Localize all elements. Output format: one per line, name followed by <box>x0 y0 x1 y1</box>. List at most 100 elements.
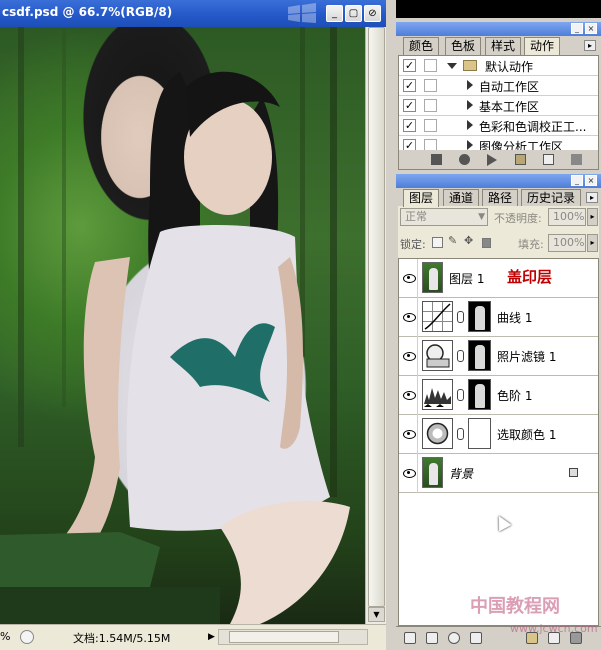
column-divider <box>417 259 418 298</box>
tab-color[interactable]: 颜色 <box>403 37 440 55</box>
layer-row[interactable]: 选取颜色 1 <box>399 415 598 454</box>
photo-filter-adjustment-icon <box>422 340 453 371</box>
action-dialog-toggle[interactable] <box>424 99 437 112</box>
layer-row[interactable]: 图层 1 盖印层 <box>399 259 598 298</box>
add-mask-icon[interactable] <box>448 632 460 644</box>
vertical-scrollbar[interactable]: ▼ <box>365 27 386 624</box>
curves-adjustment-icon <box>422 301 453 332</box>
visibility-eye-icon[interactable] <box>402 427 416 440</box>
watermark-url: www.jcwcn.com <box>510 622 598 635</box>
folder-icon <box>463 60 477 71</box>
collapse-triangle-icon[interactable] <box>467 140 473 150</box>
lock-all-icon[interactable] <box>482 238 491 248</box>
new-adjustment-layer-icon[interactable] <box>470 632 482 644</box>
document-size-info: 文档:1.54M/5.15M <box>73 632 171 645</box>
layer-mask-thumbnail <box>468 379 491 410</box>
scroll-down-arrow-icon[interactable]: ▼ <box>368 607 385 622</box>
action-checkbox[interactable]: ✓ <box>403 119 416 132</box>
action-item[interactable]: ✓ 色彩和色调校正工... <box>399 116 598 136</box>
lock-pixels-icon[interactable]: ✎ <box>448 234 459 247</box>
mask-link-icon[interactable] <box>457 311 464 323</box>
mask-link-icon[interactable] <box>457 350 464 362</box>
action-checkbox[interactable]: ✓ <box>403 99 416 112</box>
vertical-scroll-thumb[interactable] <box>368 27 385 607</box>
action-dialog-toggle[interactable] <box>424 119 437 132</box>
document-title: csdf.psd @ 66.7%(RGB/8) <box>2 5 173 19</box>
panel-menu-arrow-icon[interactable]: ▸ <box>586 192 598 203</box>
layer-row[interactable]: 照片滤镜 1 <box>399 337 598 376</box>
panel-menu-arrow-icon[interactable]: ▸ <box>584 40 596 51</box>
fill-arrow-icon[interactable]: ▸ <box>587 234 598 252</box>
lock-label: 锁定: <box>400 238 426 251</box>
status-bar: % 文档:1.54M/5.15M ▶ <box>0 624 386 650</box>
action-item[interactable]: ✓ 图像分析工作区 <box>399 136 598 150</box>
layer-row[interactable]: 曲线 1 <box>399 298 598 337</box>
action-checkbox[interactable]: ✓ <box>403 59 416 72</box>
lock-transparency-icon[interactable] <box>432 237 443 248</box>
play-icon[interactable] <box>487 154 497 166</box>
document-title-bar[interactable]: csdf.psd @ 66.7%(RGB/8) _ ▢ ⊘ <box>0 0 386 27</box>
tab-actions[interactable]: 动作 <box>524 37 561 55</box>
layer-name: 曲线 1 <box>497 311 533 325</box>
opacity-arrow-icon[interactable]: ▸ <box>587 208 598 226</box>
layer-row[interactable]: 色阶 1 <box>399 376 598 415</box>
tab-layers[interactable]: 图层 <box>403 189 440 207</box>
close-button[interactable]: ⊘ <box>364 5 381 22</box>
layer-name: 选取颜色 1 <box>497 428 557 442</box>
new-set-icon[interactable] <box>515 154 526 165</box>
collapse-triangle-icon[interactable] <box>467 120 473 130</box>
tab-channels[interactable]: 通道 <box>443 189 480 207</box>
tab-paths[interactable]: 路径 <box>482 189 519 207</box>
stop-icon[interactable] <box>431 154 442 165</box>
action-item[interactable]: ✓ 自动工作区 <box>399 76 598 96</box>
visibility-eye-icon[interactable] <box>402 310 416 323</box>
minimize-button[interactable]: _ <box>326 5 343 22</box>
action-item[interactable]: ✓ 默认动作 <box>399 56 598 76</box>
photo-canvas[interactable] <box>0 27 365 624</box>
horizontal-scroll-thumb[interactable] <box>229 631 339 643</box>
tab-styles[interactable]: 样式 <box>485 37 522 55</box>
column-divider <box>417 298 418 337</box>
panel-close-button[interactable]: × <box>585 23 597 34</box>
collapse-triangle-icon[interactable] <box>467 100 473 110</box>
visibility-eye-icon[interactable] <box>402 466 416 479</box>
layer-row[interactable]: 背景 <box>399 454 598 493</box>
record-icon[interactable] <box>459 154 470 165</box>
fill-field[interactable]: 100% <box>548 234 586 252</box>
layer-style-icon[interactable] <box>426 632 438 644</box>
layer-mask-thumbnail <box>468 301 491 332</box>
opacity-field[interactable]: 100% <box>548 208 586 226</box>
mask-link-icon[interactable] <box>457 389 464 401</box>
tab-history[interactable]: 历史记录 <box>521 189 582 207</box>
new-action-icon[interactable] <box>543 154 554 165</box>
action-dialog-toggle[interactable] <box>424 79 437 92</box>
action-dialog-toggle[interactable] <box>424 59 437 72</box>
trash-icon[interactable] <box>571 154 582 165</box>
panel-close-button[interactable]: × <box>585 175 597 186</box>
mask-link-icon[interactable] <box>457 428 464 440</box>
visibility-eye-icon[interactable] <box>402 271 416 284</box>
visibility-eye-icon[interactable] <box>402 349 416 362</box>
layers-panel-title-bar[interactable]: _ × <box>396 174 601 188</box>
status-play-arrow-icon[interactable]: ▶ <box>208 632 215 642</box>
blend-mode-select[interactable]: 正常 ▼ <box>400 208 488 226</box>
panel-minimize-button[interactable]: _ <box>571 23 583 34</box>
action-item[interactable]: ✓ 基本工作区 <box>399 96 598 116</box>
expand-triangle-icon[interactable] <box>447 63 457 69</box>
column-divider <box>417 337 418 376</box>
tab-swatches[interactable]: 色板 <box>445 37 482 55</box>
panel-minimize-button[interactable]: _ <box>571 175 583 186</box>
layer-name: 照片滤镜 1 <box>497 350 557 364</box>
maximize-button[interactable]: ▢ <box>345 5 362 22</box>
link-layers-icon[interactable] <box>404 632 416 644</box>
actions-panel-title-bar[interactable]: _ × <box>396 22 601 36</box>
dropdown-arrow-icon: ▼ <box>478 212 485 222</box>
status-menu-icon[interactable] <box>20 630 34 644</box>
horizontal-scrollbar[interactable] <box>218 629 368 645</box>
lock-position-icon[interactable]: ✥ <box>464 234 475 247</box>
action-checkbox[interactable]: ✓ <box>403 79 416 92</box>
collapse-triangle-icon[interactable] <box>467 80 473 90</box>
zoom-field[interactable]: % <box>0 630 10 643</box>
actions-list: ✓ 默认动作 ✓ 自动工作区 ✓ 基本工作区 ✓ 色彩和色调校正工... ✓ 图… <box>398 55 599 151</box>
visibility-eye-icon[interactable] <box>402 388 416 401</box>
